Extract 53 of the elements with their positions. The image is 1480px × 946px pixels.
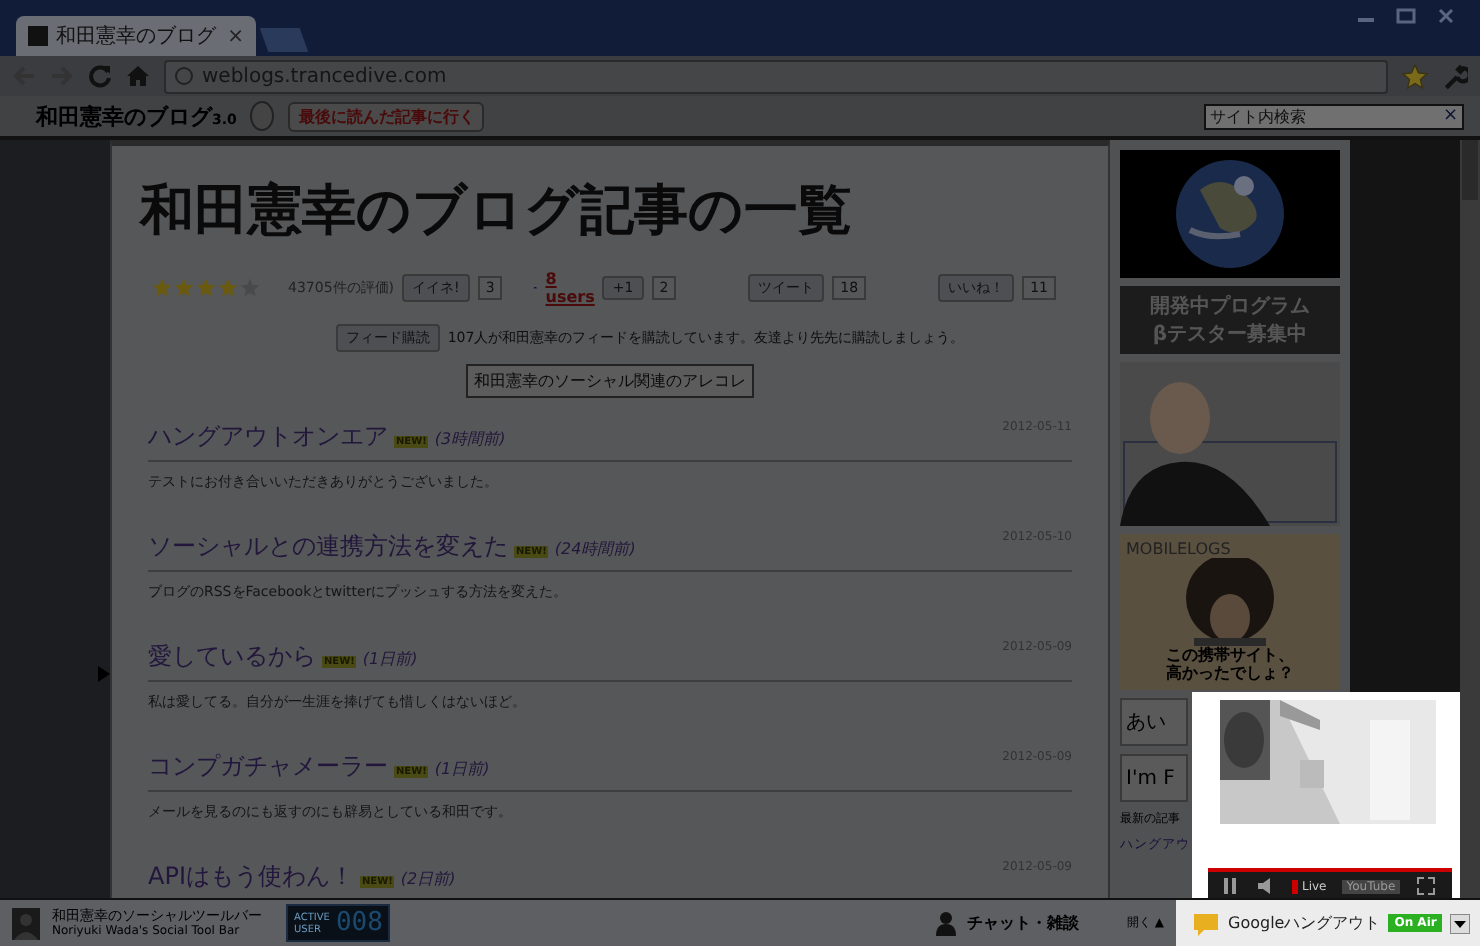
sidebar-button[interactable]: あい — [1120, 698, 1188, 746]
post-age: (3時間前) — [434, 428, 506, 450]
avatar-icon — [12, 907, 40, 939]
wrench-icon[interactable] — [1442, 63, 1468, 89]
counter-value: 008 — [335, 908, 383, 938]
star-icon — [152, 278, 172, 298]
star-icon — [218, 278, 238, 298]
ad-text: 高かったでしょ？ — [1166, 664, 1294, 682]
social-links-button[interactable]: 和田憲幸のソーシャル関連のアレコレ — [466, 364, 754, 398]
post-age: (24時間前) — [554, 538, 636, 560]
person-icon — [936, 911, 957, 935]
users-link[interactable]: 8 users — [545, 270, 595, 306]
new-tab-button[interactable] — [259, 28, 309, 52]
beta-banner[interactable]: 開発中プログラム βテスター募集中 — [1120, 286, 1340, 354]
post-title-link[interactable]: ソーシャルとの連携方法を変えた — [148, 530, 508, 564]
reload-icon[interactable] — [88, 64, 112, 88]
chat-bubble-icon — [1192, 911, 1220, 935]
banner-text: βテスター募集中 — [1152, 321, 1308, 348]
post-title-link[interactable]: APIはもう使わん！ — [148, 860, 354, 894]
star-icon[interactable] — [1402, 63, 1428, 89]
dropdown-icon[interactable] — [1450, 913, 1471, 933]
browser-tab[interactable]: 和田憲幸のブログ × — [16, 16, 256, 56]
sidebar-button[interactable]: I'm F — [1120, 754, 1188, 802]
ad-text: この携帯サイト、 — [1166, 646, 1294, 664]
arrow-icon — [98, 666, 110, 682]
tab-title: 和田憲幸のブログ — [56, 23, 218, 50]
last-read-button[interactable]: 最後に読んだ記事に行く — [288, 101, 485, 131]
favicon-icon — [28, 26, 48, 46]
post-age: (2日前) — [400, 868, 456, 890]
ad-brand: MOBILELOGS — [1126, 540, 1231, 558]
star-icon — [196, 278, 216, 298]
globe-icon — [174, 66, 194, 86]
page-heading: 和田憲幸のブログ記事の一覧 — [140, 178, 854, 246]
star-icon — [174, 278, 194, 298]
close-tab-button[interactable]: × — [227, 25, 244, 47]
search-field[interactable]: サイト内検索 × — [1204, 103, 1464, 129]
post-title-link[interactable]: 愛しているから — [148, 640, 316, 674]
clear-button[interactable]: × — [1438, 105, 1462, 127]
post-age: (1日前) — [434, 758, 490, 780]
ad-banner[interactable]: MOBILELOGS この携帯サイト、 高かったでしょ？ — [1120, 534, 1340, 690]
post-title-link[interactable]: ハングアウトオンエア — [148, 420, 388, 454]
chat-button[interactable]: チャット・雑談 — [900, 911, 1115, 935]
post-title-link[interactable]: コンプガチャメーラー — [148, 750, 388, 784]
star-icon — [240, 278, 260, 298]
hangout-label: Googleハングアウト — [1228, 912, 1381, 934]
banner-text: 開発中プログラム — [1150, 292, 1310, 320]
post-age: (1日前) — [362, 648, 418, 670]
maximize-icon[interactable] — [1396, 8, 1416, 24]
scrollbar[interactable] — [1460, 140, 1480, 898]
pause-icon[interactable] — [1220, 876, 1240, 896]
fullscreen-icon[interactable] — [1415, 876, 1436, 896]
close-icon[interactable] — [1436, 8, 1456, 24]
home-icon[interactable] — [126, 64, 150, 88]
